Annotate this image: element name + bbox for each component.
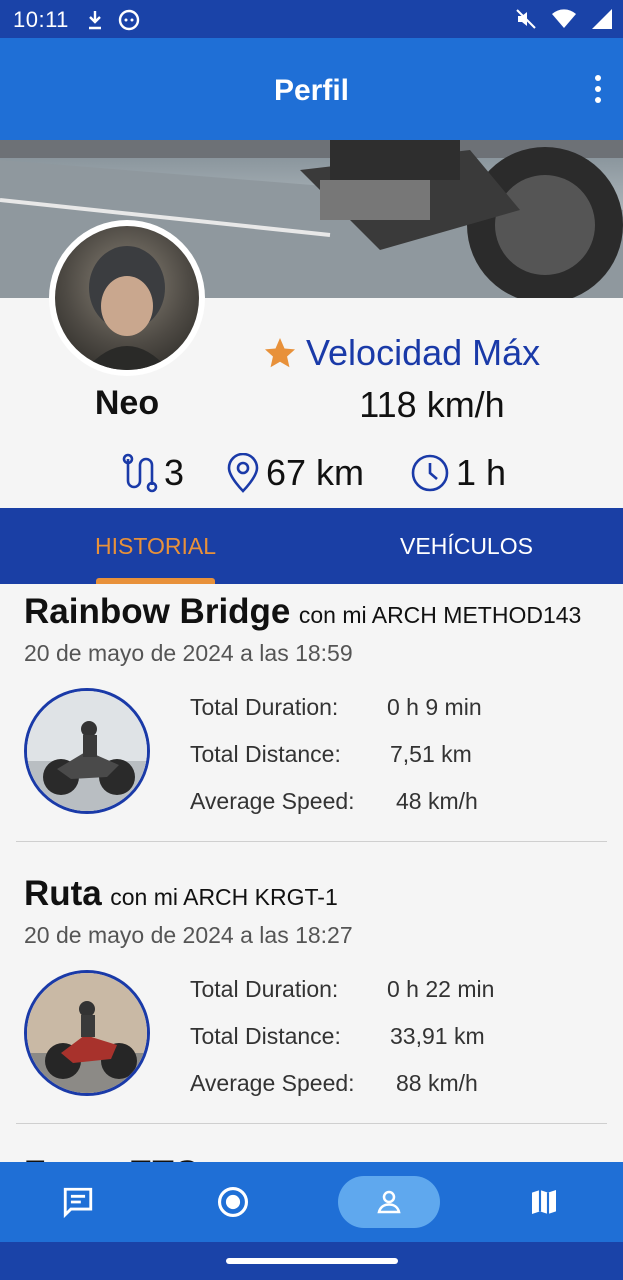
nav-profile[interactable] (338, 1176, 440, 1228)
divider (16, 1123, 607, 1124)
distance-value: 33,91 km (390, 1023, 485, 1049)
trip-vehicle-photo (24, 970, 150, 1096)
wifi-icon (551, 9, 577, 34)
trip-date: 20 de mayo de 2024 a las 18:59 (24, 640, 353, 666)
list-item[interactable]: Rainbow Bridge con mi ARCH METHOD143 20 … (0, 584, 623, 866)
profile-stats: 3 67 km 1 h (0, 452, 623, 498)
speed-label: Average Speed: (190, 1070, 355, 1096)
more-vert-icon (595, 75, 601, 103)
distance-label: Total Distance: (190, 1023, 341, 1049)
stat-distance: 67 km (226, 452, 364, 494)
distance-value: 7,51 km (390, 741, 472, 767)
trip-name-partial: Fuera ETC (24, 1154, 199, 1162)
distance-label: Total Distance: (190, 741, 341, 767)
clock-icon (411, 454, 449, 492)
mute-icon (515, 8, 537, 35)
speed-value: 88 km/h (396, 1070, 478, 1096)
download-icon (86, 9, 104, 36)
bottom-navigation (0, 1162, 623, 1242)
speed-value: 48 km/h (396, 788, 478, 814)
map-icon (532, 1190, 556, 1214)
nav-record[interactable] (205, 1176, 261, 1228)
location-pin-icon (227, 453, 259, 493)
face-icon (118, 9, 140, 36)
stat-time: 1 h (410, 452, 506, 494)
nav-map[interactable] (516, 1176, 572, 1228)
status-bar: 10:11 (0, 0, 623, 38)
more-options-button[interactable] (591, 74, 605, 104)
tab-vehiculos[interactable]: VEHÍCULOS (311, 508, 622, 584)
duration-value: 0 h 22 min (387, 976, 495, 1002)
user-name: Neo (94, 384, 160, 422)
max-speed-label: Velocidad Máx (262, 332, 540, 374)
avatar[interactable] (49, 220, 205, 376)
stat-routes: 3 (120, 452, 184, 494)
trip-date: 20 de mayo de 2024 a las 18:27 (24, 922, 353, 948)
duration-label: Total Duration: (190, 976, 339, 1002)
speed-label: Average Speed: (190, 788, 355, 814)
route-icon (122, 453, 158, 493)
trip-vehicle: con mi ARCH METHOD143 (298, 602, 582, 628)
app-bar: Perfil (0, 38, 623, 140)
list-item[interactable]: Ruta con mi ARCH KRGT-1 20 de mayo de 20… (0, 866, 623, 1148)
divider (16, 841, 607, 842)
tab-bar: HISTORIAL VEHÍCULOS (0, 508, 623, 584)
trip-vehicle: con mi ARCH KRGT-1 (110, 884, 338, 910)
stat-distance-value: 67 km (266, 452, 365, 493)
duration-value: 0 h 9 min (387, 694, 482, 720)
home-handle[interactable] (226, 1258, 398, 1264)
signal-icon (591, 8, 613, 35)
chat-icon (63, 1187, 93, 1219)
stat-routes-value: 3 (164, 452, 185, 493)
status-time: 10:11 (13, 7, 69, 32)
duration-label: Total Duration: (190, 694, 339, 720)
trip-vehicle-photo (24, 688, 150, 814)
page-title: Perfil (273, 74, 350, 107)
record-icon (217, 1186, 249, 1218)
tab-historial[interactable]: HISTORIAL (0, 508, 311, 584)
max-speed-value: 118 km/h (359, 384, 505, 425)
nav-chat[interactable] (50, 1176, 106, 1228)
gesture-bar (0, 1242, 623, 1280)
max-speed-text: Velocidad Máx (306, 332, 541, 373)
trip-list[interactable]: Rainbow Bridge con mi ARCH METHOD143 20 … (0, 584, 623, 1162)
star-icon (265, 338, 295, 368)
profile-icon (377, 1190, 401, 1214)
stat-time-value: 1 h (456, 452, 507, 493)
trip-name: Ruta (24, 874, 102, 913)
trip-name: Rainbow Bridge (24, 592, 291, 631)
